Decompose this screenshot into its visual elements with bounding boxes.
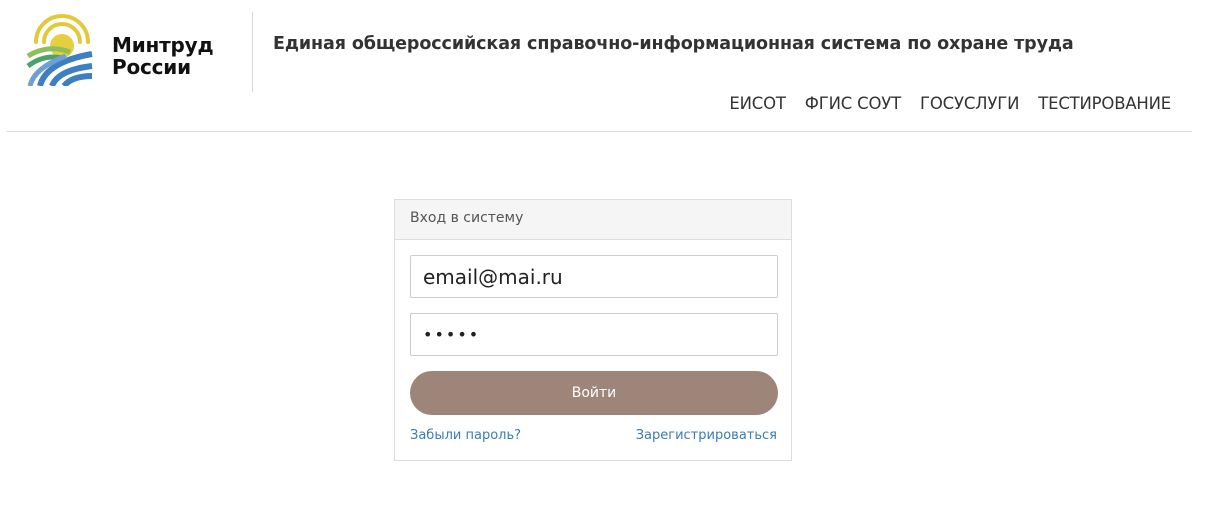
nav-eisot[interactable]: ЕИСОТ [729, 94, 786, 113]
login-button[interactable]: Войти [410, 371, 778, 415]
login-panel: Вход в систему Войти Забыли пароль? Заре… [394, 199, 792, 461]
mintrud-logo-icon[interactable] [26, 12, 94, 86]
header-divider [252, 12, 253, 92]
forgot-password-link[interactable]: Забыли пароль? [410, 428, 521, 443]
brand-line-2: России [112, 55, 191, 79]
password-input[interactable] [410, 313, 778, 356]
email-input[interactable] [410, 255, 778, 298]
header-rule [7, 131, 1192, 132]
site-title: Единая общероссийская справочно-информац… [273, 34, 1074, 54]
register-link[interactable]: Зарегистрироваться [636, 428, 777, 443]
login-panel-title: Вход в систему [395, 200, 791, 240]
site-header: Минтруд России Единая общероссийская спр… [0, 0, 1217, 132]
brand-name[interactable]: Минтруд России [112, 33, 214, 79]
brand-line-1: Минтруд [112, 33, 214, 57]
nav-testing[interactable]: ТЕСТИРОВАНИЕ [1038, 94, 1171, 113]
top-navigation: ЕИСОТ ФГИС СОУТ ГОСУСЛУГИ ТЕСТИРОВАНИЕ [729, 94, 1171, 113]
nav-gosuslugi[interactable]: ГОСУСЛУГИ [920, 94, 1019, 113]
nav-fgis-sout[interactable]: ФГИС СОУТ [805, 94, 901, 113]
